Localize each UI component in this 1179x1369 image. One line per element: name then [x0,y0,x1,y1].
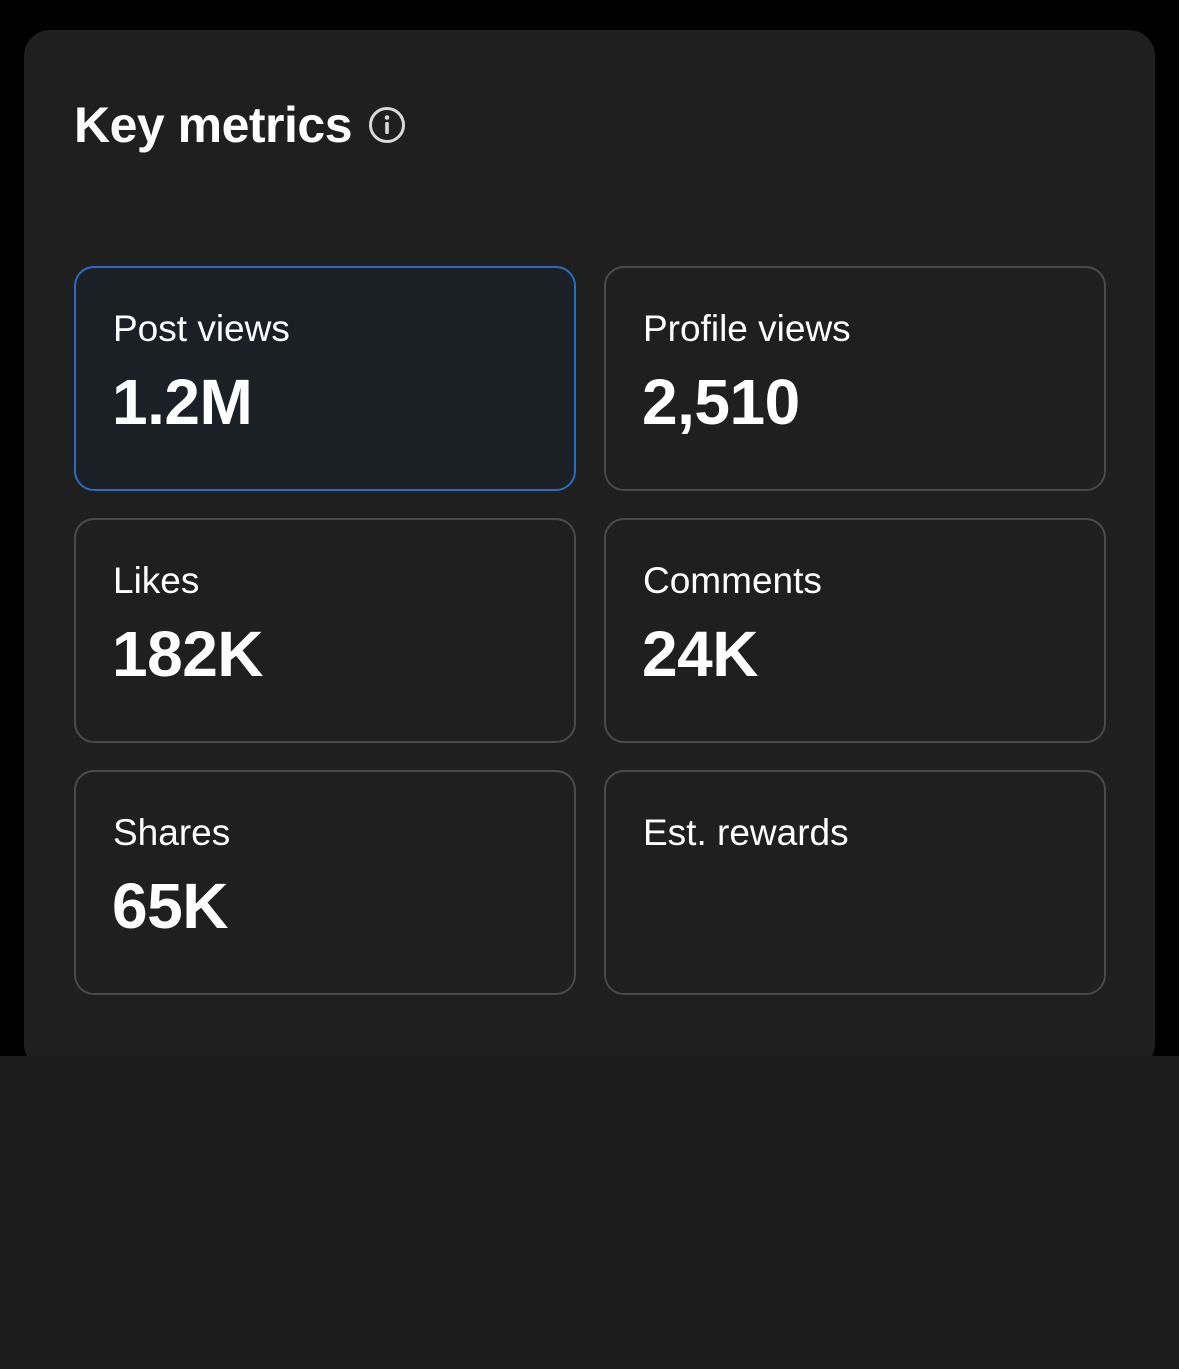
metric-value: 1.2M [112,366,253,438]
metric-label: Est. rewards [643,812,849,853]
page: Key metrics Post views 1.2M Profile view… [0,0,1179,1369]
metric-label: Comments [643,560,822,601]
metric-tile-est-rewards[interactable]: Est. rewards [604,770,1106,995]
metric-label: Post views [113,308,290,349]
metric-tile-comments[interactable]: Comments 24K [604,518,1106,743]
metric-value: 65K [112,870,228,942]
metric-tile-profile-views[interactable]: Profile views 2,510 [604,266,1106,491]
metric-tile-shares[interactable]: Shares 65K [74,770,576,995]
key-metrics-header: Key metrics [74,92,406,158]
metric-value: 24K [642,618,758,690]
metric-value: 2,510 [642,366,800,438]
section-title: Key metrics [74,97,353,153]
metric-tile-likes[interactable]: Likes 182K [74,518,576,743]
metric-label: Shares [113,812,231,853]
info-circle-icon [369,107,405,143]
metric-label: Likes [113,560,200,601]
metric-label: Profile views [643,308,851,349]
bottom-panel [0,1056,1179,1369]
metric-value: 182K [112,618,264,690]
metric-tile-post-views[interactable]: Post views 1.2M [74,266,576,491]
info-icon[interactable] [368,106,406,144]
